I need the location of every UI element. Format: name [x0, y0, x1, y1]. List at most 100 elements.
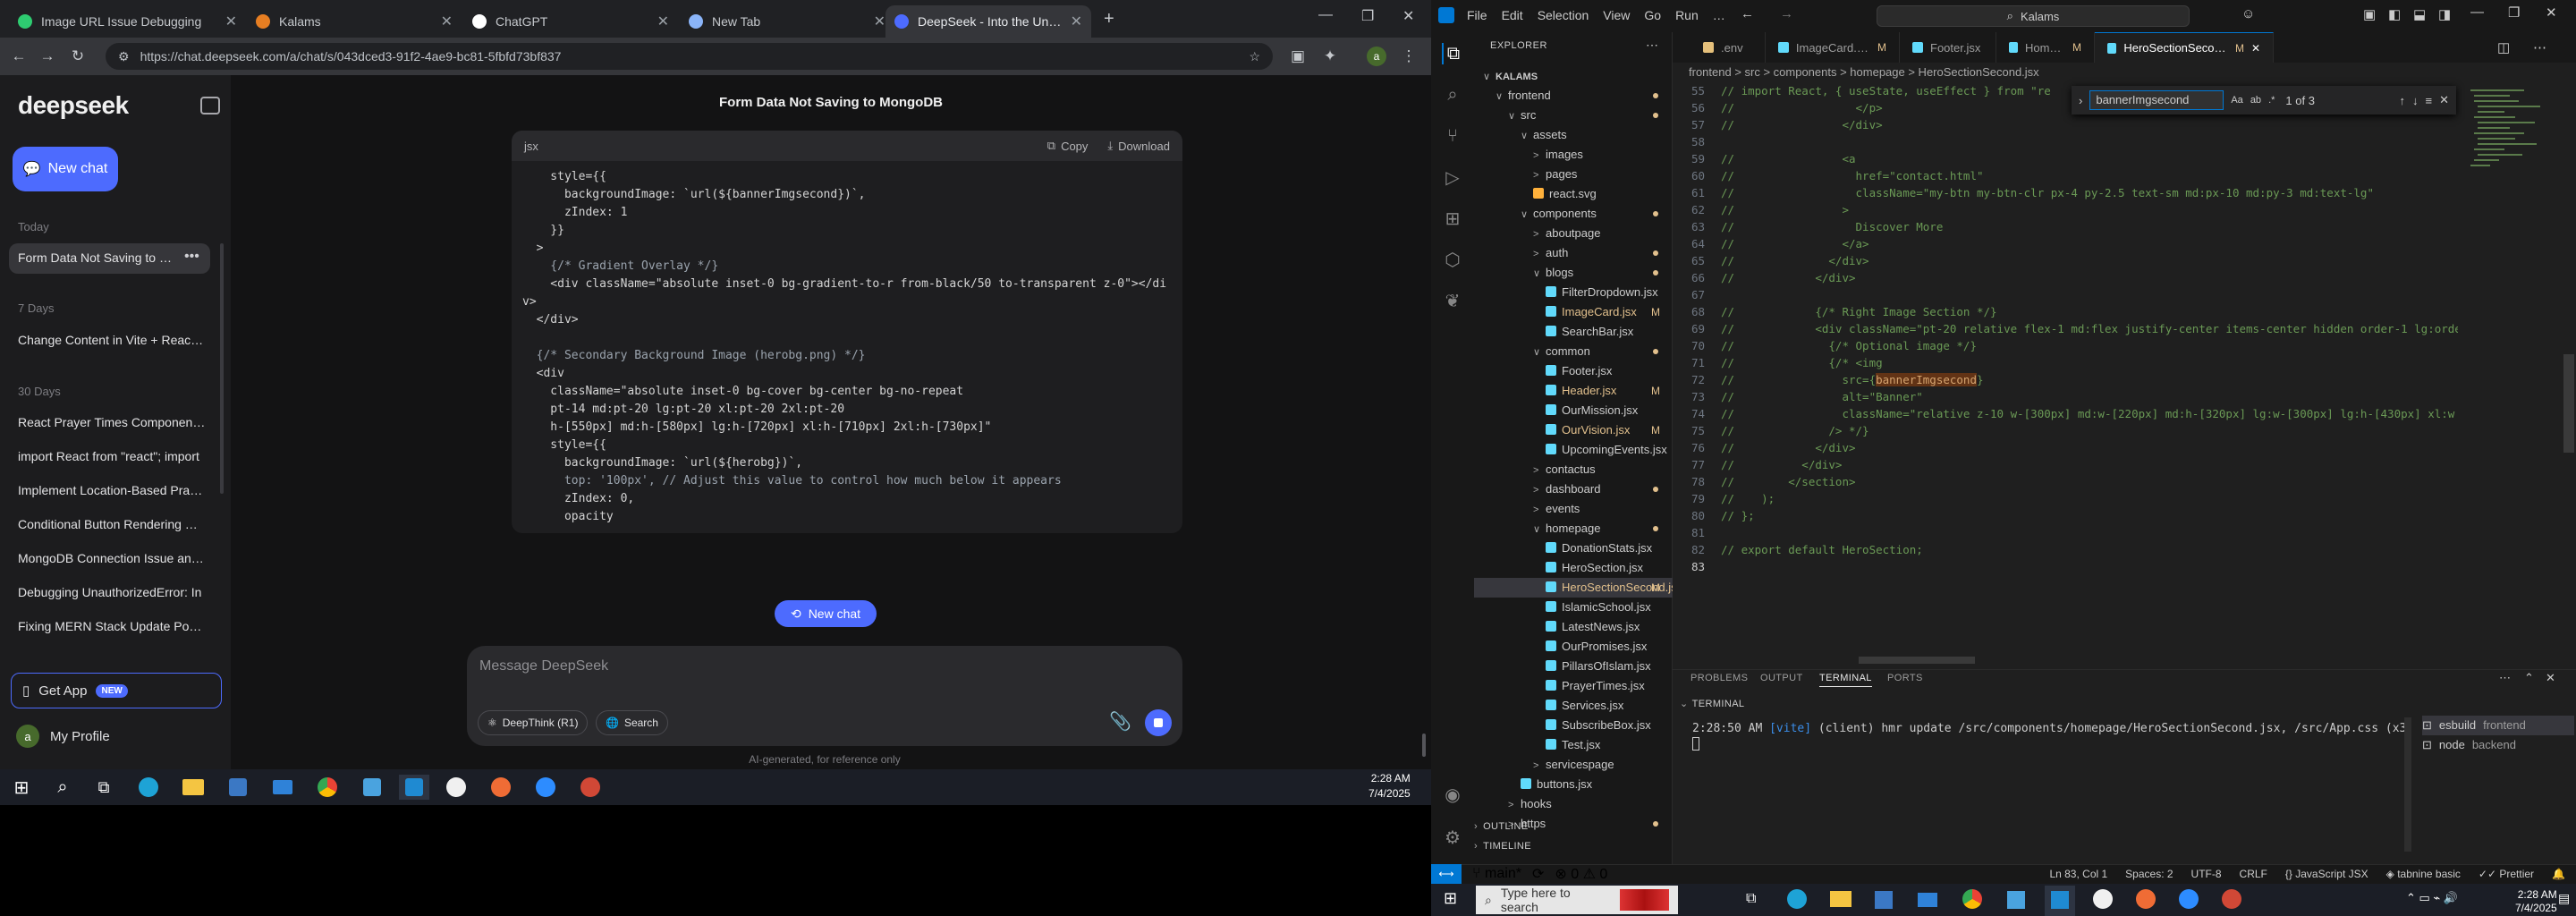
regex-icon[interactable]: .*	[2268, 95, 2275, 106]
edge-icon[interactable]	[1787, 889, 1807, 909]
copy-button[interactable]: ⧉ Copy	[1047, 139, 1089, 153]
store-icon[interactable]	[1875, 891, 1893, 909]
taskbar-clock[interactable]: 2:28 AM 7/4/2025	[2515, 888, 2557, 915]
find-in-selection-icon[interactable]: ≡	[2426, 94, 2433, 107]
back-icon[interactable]: ←	[9, 47, 29, 66]
mail-icon[interactable]	[1918, 893, 1937, 907]
terminal-instance[interactable]: ⊡ node backend	[2422, 735, 2574, 755]
tree-folder[interactable]: ∨ assets	[1474, 125, 1673, 145]
tree-folder[interactable]: ∨ components	[1474, 204, 1673, 224]
extensions-puzzle-icon[interactable]: ✦	[1320, 47, 1340, 66]
tree-folder[interactable]: > pages	[1474, 165, 1673, 184]
tree-folder[interactable]: ∨ src	[1474, 106, 1673, 125]
tree-folder[interactable]: > aboutpage	[1474, 224, 1673, 243]
editor-tab[interactable]: ImageCard.jsx M	[1766, 32, 1900, 63]
vscode-alt-icon[interactable]	[360, 775, 385, 800]
tree-file[interactable]: Footer.jsx	[1474, 361, 1673, 381]
github-icon[interactable]	[444, 775, 469, 800]
previous-match-icon[interactable]: ↑	[2400, 94, 2406, 107]
chrome-menu-icon[interactable]: ⋮	[1399, 47, 1419, 66]
zoom-icon[interactable]	[533, 775, 558, 800]
history-item[interactable]: Implement Location-Based Prayer Times	[18, 483, 206, 497]
more-options-icon[interactable]: •••	[184, 249, 199, 265]
editor-horizontal-scrollbar[interactable]	[1859, 657, 1975, 664]
tree-folder[interactable]: ∨ blogs	[1474, 263, 1673, 283]
task-view-icon[interactable]: ⧉	[91, 775, 116, 800]
tree-folder[interactable]: ∨ homepage	[1474, 519, 1673, 539]
history-item[interactable]: Change Content in Vite + React App	[18, 333, 206, 347]
close-icon[interactable]: ✕	[1071, 13, 1082, 30]
run-debug-icon[interactable]: ▷	[1442, 166, 1463, 188]
sidebar-scrollbar[interactable]	[220, 243, 224, 494]
minimize-icon[interactable]: —	[1318, 7, 1333, 23]
breadcrumb[interactable]: frontend > src > components > homepage >…	[1689, 65, 2039, 79]
chat-scrollbar[interactable]	[1422, 734, 1426, 757]
start-icon[interactable]: ⊞	[1444, 889, 1457, 908]
tree-file[interactable]: Services.jsx	[1474, 696, 1673, 716]
menu-selection[interactable]: Selection	[1538, 8, 1589, 22]
split-editor-icon[interactable]: ◫	[2497, 39, 2510, 55]
language-mode[interactable]: {} JavaScript JSX	[2285, 868, 2368, 880]
tree-file[interactable]: DonationStats.jsx	[1474, 539, 1673, 558]
tree-folder[interactable]: > contactus	[1474, 460, 1673, 479]
chevron-right-icon[interactable]: ›	[2079, 94, 2082, 107]
history-item-active[interactable]: Form Data Not Saving to MongoDB	[18, 250, 174, 265]
history-item[interactable]: MongoDB Connection Issue and Fix	[18, 551, 206, 565]
next-match-icon[interactable]: ↓	[2412, 94, 2419, 107]
tree-file[interactable]: OurPromises.jsx	[1474, 637, 1673, 657]
toggle-sidebar-icon[interactable]: ◧	[2388, 6, 2401, 22]
tree-file[interactable]: SearchBar.jsx	[1474, 322, 1673, 342]
message-input[interactable]: Message DeepSeek	[479, 658, 1106, 680]
editor-tab[interactable]: Footer.jsx	[1900, 32, 1996, 63]
vscode-alt-icon[interactable]	[2007, 891, 2025, 909]
new-chat-button[interactable]: 💬 New chat	[13, 147, 118, 191]
explorer-icon[interactable]: ⧉	[1442, 43, 1463, 64]
postman-icon[interactable]	[2136, 889, 2156, 909]
history-item[interactable]: Conditional Button Rendering with	[18, 517, 206, 531]
tree-file[interactable]: OurMission.jsx	[1474, 401, 1673, 420]
vscode-icon[interactable]	[399, 775, 429, 800]
toggle-panel-icon[interactable]: ⬓	[2413, 6, 2426, 22]
close-icon[interactable]: ✕	[441, 13, 453, 30]
chrome-tab-2[interactable]: Kalams ✕	[247, 5, 462, 38]
taskbar-search-box[interactable]: ⌕ Type here to search	[1476, 886, 1678, 914]
download-button[interactable]: ⤓ Download	[1107, 139, 1170, 153]
find-input[interactable]: bannerImgsecond	[2089, 90, 2224, 110]
tab-ports[interactable]: PORTS	[1887, 673, 1923, 683]
tree-folder[interactable]: ∨ KALAMS	[1474, 66, 1673, 86]
tree-file[interactable]: react.svg	[1474, 184, 1673, 204]
more-actions-icon[interactable]: ⋯	[2499, 671, 2511, 685]
tree-folder[interactable]: > servicespage	[1474, 755, 1673, 775]
tray-icons[interactable]: ⌃ ▭ ⌁ 🔊	[2406, 891, 2458, 905]
tree-folder[interactable]: > dashboard	[1474, 479, 1673, 499]
tree-file[interactable]: LatestNews.jsx	[1474, 617, 1673, 637]
tree-file[interactable]: HeroSectionSecond.jsx M	[1474, 578, 1673, 598]
command-center-search[interactable]: ⌕ Kalams	[1877, 5, 2190, 27]
tree-folder[interactable]: > https	[1474, 814, 1673, 834]
close-icon[interactable]: ✕	[657, 13, 669, 30]
close-icon[interactable]: ✕	[225, 13, 237, 30]
layout-icon[interactable]: ▣	[2363, 6, 2376, 22]
search-toggle[interactable]: 🌐 Search	[596, 710, 668, 735]
postman-icon[interactable]	[488, 775, 513, 800]
chrome-tab-3[interactable]: ChatGPT ✕	[463, 5, 678, 38]
terminal-output[interactable]: 2:28:50 AM [vite] (client) hmr update /s…	[1692, 721, 2413, 754]
taskbar-clock[interactable]: 2:28 AM 7/4/2025	[1368, 771, 1411, 802]
tree-file[interactable]: buttons.jsx	[1474, 775, 1673, 794]
timeline-label[interactable]: TIMELINE	[1483, 841, 1531, 852]
menu-view[interactable]: View	[1603, 8, 1630, 22]
indentation[interactable]: Spaces: 2	[2125, 868, 2173, 880]
mongodb-icon[interactable]: ❦	[1442, 290, 1463, 311]
line-ending[interactable]: CRLF	[2240, 868, 2267, 880]
close-window-icon[interactable]: ✕	[1402, 7, 1414, 25]
edge-icon[interactable]	[136, 775, 161, 800]
source-control-icon[interactable]: ⑂	[1442, 125, 1463, 147]
new-tab-icon[interactable]: +	[1104, 9, 1114, 30]
chevron-down-icon[interactable]: ⌄	[1680, 699, 1689, 709]
file-explorer-icon[interactable]	[181, 775, 206, 800]
chrome-tab-1[interactable]: Image URL Issue Debugging ✕	[9, 5, 246, 38]
stop-generation-button[interactable]	[1145, 709, 1172, 736]
forward-icon[interactable]: →	[1780, 6, 1793, 21]
branch-status[interactable]: ⑂ main*	[1472, 866, 1521, 882]
close-panel-icon[interactable]: ✕	[2546, 671, 2555, 685]
